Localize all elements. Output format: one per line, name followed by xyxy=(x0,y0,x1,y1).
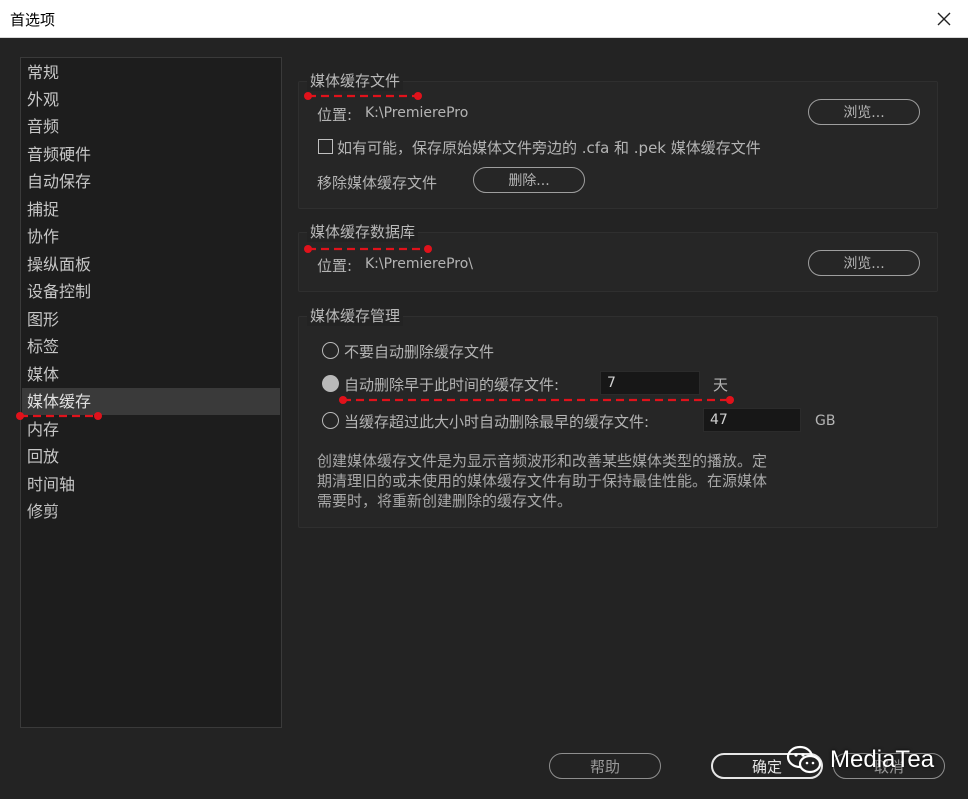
delete-button[interactable]: 删除... xyxy=(473,167,585,193)
wechat-icon xyxy=(786,745,822,774)
watermark: MediaTea xyxy=(786,742,934,778)
sidebar-item-device-control[interactable]: 设备控制 xyxy=(22,278,280,305)
sidebar-item-collaboration[interactable]: 协作 xyxy=(22,223,280,250)
close-icon xyxy=(937,12,951,26)
sidebar-item-trim[interactable]: 修剪 xyxy=(22,498,280,525)
sidebar-item-memory[interactable]: 内存 xyxy=(22,416,280,443)
size-unit: GB xyxy=(815,413,836,429)
window-title: 首选项 xyxy=(10,11,56,29)
sidebar-item-general[interactable]: 常规 xyxy=(22,59,280,86)
sidebar-item-playback[interactable]: 回放 xyxy=(22,443,280,470)
no-auto-delete-radio[interactable] xyxy=(322,342,339,359)
days-input[interactable] xyxy=(600,371,700,395)
no-auto-delete-label: 不要自动删除缓存文件 xyxy=(344,343,495,361)
section-title: 媒体缓存管理 xyxy=(307,305,404,326)
location-path: K:\PremierePro xyxy=(365,105,469,121)
sidebar-item-audio[interactable]: 音频 xyxy=(22,113,280,140)
location-path: K:\PremierePro\ xyxy=(365,256,474,272)
browse-button[interactable]: 浏览... xyxy=(808,99,920,125)
days-unit: 天 xyxy=(713,376,729,394)
sidebar-item-auto-save[interactable]: 自动保存 xyxy=(22,168,280,195)
location-label: 位置: xyxy=(317,257,353,275)
sidebar-item-graphics[interactable]: 图形 xyxy=(22,306,280,333)
size-input[interactable] xyxy=(703,408,801,432)
cache-description: 创建媒体缓存文件是为显示音频波形和改善某些媒体类型的播放。定 期清理旧的或未使用… xyxy=(317,452,768,510)
delete-when-exceeds-label: 当缓存超过此大小时自动删除最早的缓存文件: xyxy=(344,413,650,431)
sidebar-item-capture[interactable]: 捕捉 xyxy=(22,196,280,223)
sidebar-item-labels[interactable]: 标签 xyxy=(22,333,280,360)
sidebar-item-timeline[interactable]: 时间轴 xyxy=(22,471,280,498)
media-cache-database-section: 媒体缓存数据库 位置: K:\PremierePro\ 浏览... xyxy=(298,221,938,292)
sidebar-item-media[interactable]: 媒体 xyxy=(22,361,280,388)
section-title: 媒体缓存文件 xyxy=(307,70,404,91)
title-bar: 首选项 xyxy=(0,0,968,38)
watermark-text: MediaTea xyxy=(830,746,935,773)
preferences-category-list[interactable]: 常规 外观 音频 音频硬件 自动保存 捕捉 协作 操纵面板 设备控制 图形 标签… xyxy=(20,57,282,728)
sidebar-item-appearance[interactable]: 外观 xyxy=(22,86,280,113)
close-button[interactable] xyxy=(920,0,968,38)
delete-older-than-label: 自动删除早于此时间的缓存文件: xyxy=(344,376,560,394)
save-beside-originals-checkbox[interactable] xyxy=(318,139,333,154)
sidebar-item-media-cache[interactable]: 媒体缓存 xyxy=(22,388,280,415)
help-button[interactable]: 帮助 xyxy=(549,753,661,779)
media-cache-files-section: 媒体缓存文件 位置: K:\PremierePro 浏览... 如有可能，保存原… xyxy=(298,70,938,209)
delete-when-exceeds-radio[interactable] xyxy=(322,412,339,429)
media-cache-management-section: 媒体缓存管理 不要自动删除缓存文件 自动删除早于此时间的缓存文件: 天 当缓存超… xyxy=(298,305,938,528)
remove-cache-label: 移除媒体缓存文件 xyxy=(317,174,438,192)
sidebar-item-control-surface[interactable]: 操纵面板 xyxy=(22,251,280,278)
section-title: 媒体缓存数据库 xyxy=(307,221,419,242)
save-beside-originals-label: 如有可能，保存原始媒体文件旁边的 .cfa 和 .pek 媒体缓存文件 xyxy=(337,139,761,157)
browse-button[interactable]: 浏览... xyxy=(808,250,920,276)
sidebar-item-audio-hardware[interactable]: 音频硬件 xyxy=(22,141,280,168)
delete-older-than-radio[interactable] xyxy=(322,375,339,392)
location-label: 位置: xyxy=(317,106,353,124)
